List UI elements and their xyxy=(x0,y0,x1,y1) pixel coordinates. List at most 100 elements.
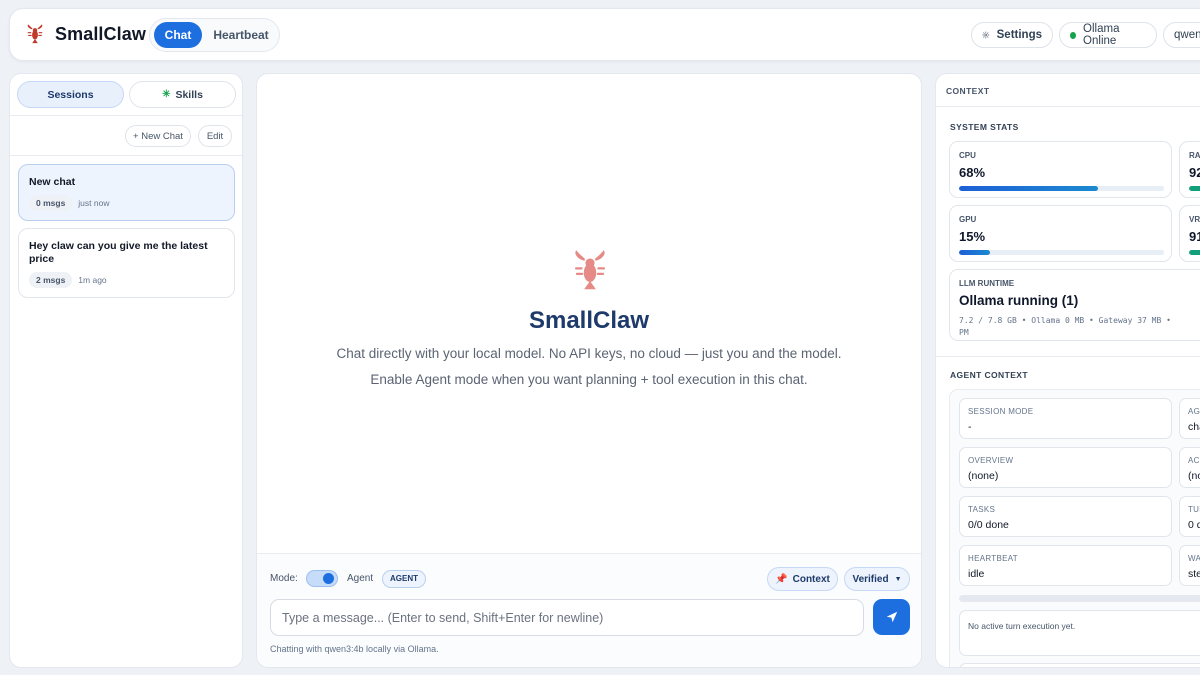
agent-mode-badge: AGENT xyxy=(382,570,426,588)
session-mode-field: SESSION MODE - xyxy=(959,398,1172,439)
agent-mode-toggle[interactable] xyxy=(306,570,338,587)
context-button-label: Context xyxy=(792,573,830,585)
chat-panel: SmallClaw Chat directly with your local … xyxy=(256,73,922,668)
online-dot-icon xyxy=(1070,31,1077,39)
agent-field: AG cha xyxy=(1179,398,1200,439)
session-item[interactable]: New chat 0 msgs just now xyxy=(18,164,235,221)
model-footnote: Chatting with qwen3:4b locally via Ollam… xyxy=(270,644,439,654)
field-key: WA xyxy=(1188,554,1200,563)
field-key: OVERVIEW xyxy=(968,456,1014,465)
brand: SmallClaw xyxy=(24,23,146,45)
message-count-badge: 0 msgs xyxy=(29,195,73,211)
waiting-field: WA ste xyxy=(1179,545,1200,586)
sparkle-icon: ✳ xyxy=(162,89,171,100)
message-input[interactable] xyxy=(270,599,864,636)
tasks-field: TASKS 0/0 done xyxy=(959,496,1172,537)
field-key: HEARTBEAT xyxy=(968,554,1018,563)
settings-button[interactable]: Settings xyxy=(971,22,1053,48)
tab-chat[interactable]: Chat xyxy=(154,22,202,48)
field-key: TASKS xyxy=(968,505,996,514)
toggle-knob xyxy=(323,573,334,584)
heartbeat-field: HEARTBEAT idle xyxy=(959,545,1172,586)
agent-context-title: AGENT CONTEXT xyxy=(950,370,1028,380)
settings-label: Settings xyxy=(996,29,1042,41)
stat-label: VR xyxy=(1189,215,1200,224)
session-item[interactable]: Hey claw can you give me the latest pric… xyxy=(18,228,235,298)
stat-value: 15% xyxy=(959,229,986,244)
session-time: just now xyxy=(78,198,110,208)
tab-heartbeat[interactable]: Heartbeat xyxy=(208,22,274,48)
tab-skills[interactable]: ✳ Skills xyxy=(129,81,236,108)
llm-runtime-card: LLM RUNTIME Ollama running (1) 7.2 / 7.8… xyxy=(949,269,1200,341)
verified-label: Verified xyxy=(852,573,889,585)
vram-stat-card: VR 91 xyxy=(1179,205,1200,262)
divider xyxy=(936,356,1200,357)
ram-usage-fill xyxy=(1189,186,1200,191)
runtime-detail: 7.2 / 7.8 GB • Ollama 0 MB • Gateway 37 … xyxy=(959,316,1171,325)
field-value: cha xyxy=(1188,421,1200,433)
field-value: - xyxy=(968,421,972,433)
stat-label: CPU xyxy=(959,151,976,160)
ollama-status-badge: Ollama Online xyxy=(1059,22,1157,48)
field-value: ste xyxy=(1188,568,1200,580)
new-chat-button[interactable]: + New Chat xyxy=(125,125,191,147)
overview-field: OVERVIEW (none) xyxy=(959,447,1172,488)
model-select[interactable]: qwen xyxy=(1163,22,1200,48)
message-count-badge: 2 msgs xyxy=(29,272,73,288)
field-value: (no xyxy=(1188,470,1200,482)
runtime-value: Ollama running (1) xyxy=(959,293,1079,308)
composer: Mode: Agent AGENT 📌 Context Verified ▼ C… xyxy=(257,553,921,667)
model-label: qwen xyxy=(1174,29,1200,41)
field-value: (none) xyxy=(968,470,999,482)
runtime-label: LLM RUNTIME xyxy=(959,279,1015,288)
turns-field: TUR 0 d xyxy=(1179,496,1200,537)
execution-status-text: No active turn execution yet. xyxy=(968,621,1076,631)
ram-stat-card: RA 92 xyxy=(1179,141,1200,198)
gpu-usage-bar xyxy=(959,250,1164,255)
session-time: 1m ago xyxy=(78,275,107,285)
execution-log-card xyxy=(959,663,1200,667)
mode-label: Mode: xyxy=(270,573,298,584)
lobster-icon xyxy=(574,250,606,290)
edit-button[interactable]: Edit xyxy=(198,125,232,147)
ram-usage-bar xyxy=(1189,186,1200,191)
field-value: 0 d xyxy=(1188,519,1200,531)
stat-label: GPU xyxy=(959,215,977,224)
field-key: TUR xyxy=(1188,505,1200,514)
gpu-usage-fill xyxy=(959,250,990,255)
app-title: SmallClaw xyxy=(55,23,146,44)
gear-icon xyxy=(982,31,990,39)
stat-value: 68% xyxy=(959,165,986,180)
session-title: New chat xyxy=(29,176,76,188)
field-value: 0/0 done xyxy=(968,519,1009,531)
vram-usage-fill xyxy=(1189,250,1200,255)
send-button[interactable] xyxy=(873,599,910,635)
context-title: CONTEXT xyxy=(946,86,990,96)
runtime-detail-continued: PM xyxy=(959,328,969,337)
divider xyxy=(936,106,1200,107)
vram-usage-bar xyxy=(1189,250,1200,255)
divider xyxy=(10,115,242,116)
hero-title: SmallClaw xyxy=(528,307,650,334)
cpu-stat-card: CPU 68% xyxy=(949,141,1172,198)
send-icon xyxy=(886,611,897,623)
field-key: SESSION MODE xyxy=(968,407,1034,416)
tab-sessions[interactable]: Sessions xyxy=(17,81,124,108)
stat-label: RA xyxy=(1189,151,1200,160)
ollama-status-label: Ollama Online xyxy=(1083,23,1120,47)
hero-description: Chat directly with your local model. No … xyxy=(336,346,842,361)
pin-icon: 📌 xyxy=(775,573,788,585)
agent-label: Agent xyxy=(347,573,374,584)
hero-hint: Enable Agent mode when you want planning… xyxy=(370,372,808,387)
system-stats-title: SYSTEM STATS xyxy=(950,122,1019,132)
stat-value: 92 xyxy=(1189,165,1200,180)
main-nav: Chat Heartbeat xyxy=(149,18,280,52)
gpu-stat-card: GPU 15% xyxy=(949,205,1172,262)
field-value: idle xyxy=(968,568,985,580)
context-button[interactable]: 📌 Context xyxy=(767,567,838,591)
context-panel: CONTEXT SYSTEM STATS CPU 68% RA 92 GPU 1… xyxy=(935,73,1200,668)
active-field: ACT (no xyxy=(1179,447,1200,488)
top-bar: SmallClaw Chat Heartbeat Settings Ollama… xyxy=(9,8,1200,61)
verified-select[interactable]: Verified ▼ xyxy=(844,567,910,591)
sessions-sidebar: Sessions ✳ Skills + New Chat Edit New ch… xyxy=(9,73,243,668)
